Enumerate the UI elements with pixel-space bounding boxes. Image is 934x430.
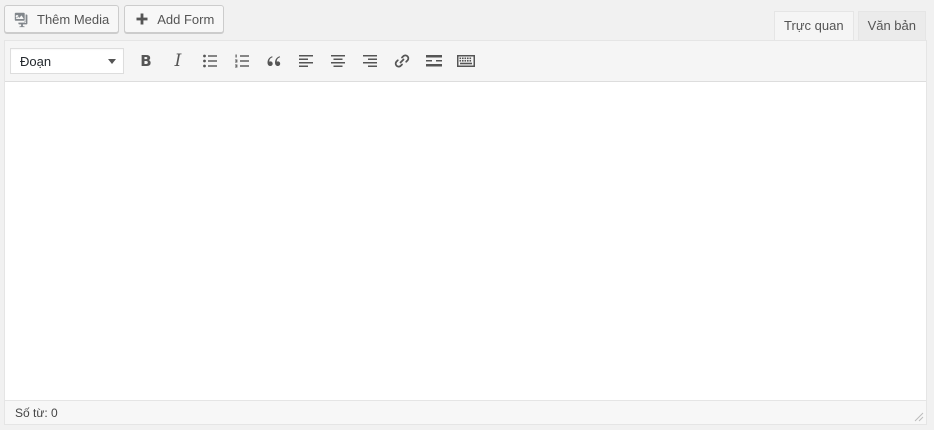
chevron-down-icon [108, 59, 116, 64]
tab-visual[interactable]: Trực quan [774, 11, 854, 41]
link-icon [394, 54, 410, 68]
add-form-button[interactable]: Add Form [124, 5, 225, 33]
quote-icon [267, 56, 281, 66]
numbered-list-icon [235, 54, 249, 68]
formatting-toolbar: Đoạn B I [5, 41, 926, 82]
blockquote-button[interactable] [258, 46, 290, 76]
insert-link-button[interactable] [386, 46, 418, 76]
plus-icon [133, 10, 151, 28]
add-media-button[interactable]: Thêm Media [4, 5, 120, 33]
post-editor: Thêm Media Add Form Trực quan Văn bản Đo… [0, 0, 934, 430]
keyboard-icon [457, 55, 475, 67]
tab-text[interactable]: Văn bản [857, 11, 926, 40]
read-more-button[interactable] [418, 46, 450, 76]
media-icon [13, 10, 31, 28]
bullet-list-icon [203, 54, 217, 68]
resize-handle-icon[interactable] [912, 410, 924, 422]
format-select[interactable]: Đoạn [10, 48, 124, 74]
add-form-label: Add Form [157, 11, 215, 27]
format-select-value: Đoạn [20, 53, 52, 69]
italic-button[interactable]: I [162, 46, 194, 76]
bold-button[interactable]: B [130, 46, 162, 76]
numbered-list-button[interactable] [226, 46, 258, 76]
align-left-button[interactable] [290, 46, 322, 76]
word-count: Số từ: 0 [15, 405, 58, 420]
bold-icon: B [140, 52, 152, 70]
bullet-list-button[interactable] [194, 46, 226, 76]
align-center-icon [331, 55, 345, 67]
align-center-button[interactable] [322, 46, 354, 76]
editor-status-bar: Số từ: 0 [5, 400, 926, 424]
align-left-icon [299, 55, 313, 67]
add-media-label: Thêm Media [37, 11, 110, 27]
read-more-icon [426, 55, 442, 67]
align-right-button[interactable] [354, 46, 386, 76]
italic-icon: I [174, 51, 182, 71]
media-buttons: Thêm Media Add Form [4, 5, 225, 33]
editor-tabs: Trực quan Văn bản [774, 11, 926, 41]
align-right-icon [363, 55, 377, 67]
editor-content-area[interactable] [5, 82, 926, 382]
editor-box: Đoạn B I Số từ: 0 [4, 40, 927, 425]
toolbar-toggle-button[interactable] [450, 46, 482, 76]
